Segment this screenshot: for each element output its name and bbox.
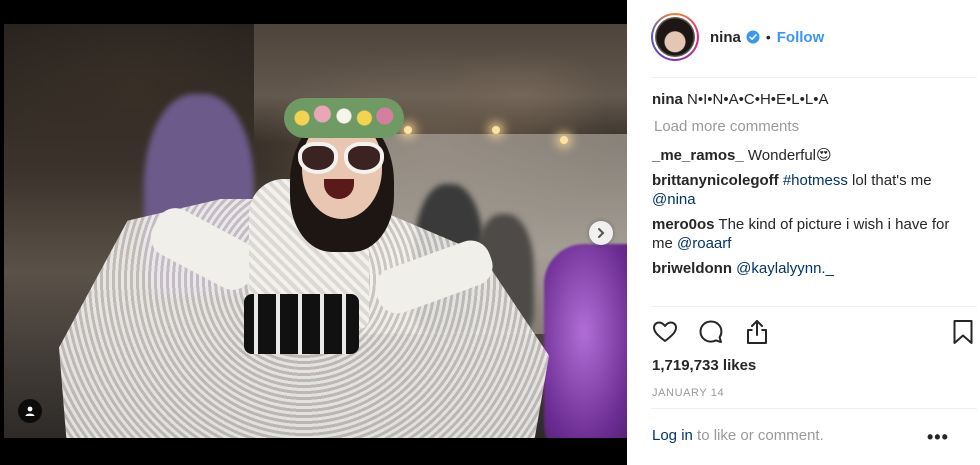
separator-dot: • bbox=[765, 29, 771, 45]
post-date[interactable]: JANUARY 14 bbox=[652, 387, 724, 399]
share-icon[interactable] bbox=[743, 318, 771, 346]
comments-list: nina N•I•N•A•C•H•E•L•L•A Load more comme… bbox=[652, 90, 967, 284]
login-text: to like or comment. bbox=[692, 427, 824, 444]
comment: briweldonn @kaylalyynn._ bbox=[652, 259, 967, 278]
header-divider bbox=[651, 77, 977, 78]
post-actions bbox=[651, 318, 977, 348]
login-prompt: Log in to like or comment. bbox=[652, 427, 824, 444]
login-link[interactable]: Log in bbox=[652, 427, 693, 444]
comment-mention[interactable]: @kaylalyynn._ bbox=[736, 260, 834, 277]
chevron-right-icon bbox=[598, 228, 605, 238]
caption-username[interactable]: nina bbox=[652, 91, 683, 108]
follow-button[interactable]: Follow bbox=[777, 29, 825, 46]
more-options-button[interactable]: ••• bbox=[927, 427, 949, 448]
comment-text: lol that's me bbox=[847, 172, 932, 189]
photo-heart-glasses bbox=[298, 142, 388, 174]
photo-belt bbox=[244, 294, 359, 354]
post-sidebar: nina • Follow nina N•I•N•A•C•H•E•L•L•A L… bbox=[627, 0, 980, 465]
photo-flower-crown bbox=[284, 98, 404, 138]
photo-light bbox=[560, 136, 568, 144]
load-more-comments-button[interactable]: Load more comments bbox=[654, 117, 967, 136]
avatar-story-ring[interactable] bbox=[651, 13, 699, 61]
post-photo[interactable] bbox=[4, 24, 627, 438]
comment-username[interactable]: _me_ramos_ bbox=[652, 147, 744, 164]
photo-light bbox=[404, 126, 412, 134]
verified-badge-icon bbox=[746, 30, 760, 44]
heart-icon[interactable] bbox=[651, 318, 679, 346]
user-tag-icon bbox=[25, 406, 35, 416]
actions-divider bbox=[651, 306, 977, 307]
caption: nina N•I•N•A•C•H•E•L•L•A bbox=[652, 90, 967, 109]
footer-divider bbox=[651, 408, 977, 409]
likes-count[interactable]: 1,719,733 likes bbox=[652, 357, 756, 374]
comment-mention[interactable]: @roaarf bbox=[677, 235, 731, 252]
post-media bbox=[0, 0, 627, 465]
comment-username[interactable]: brittanynicolegoff bbox=[652, 172, 779, 189]
comment-text: Wonderful😍 bbox=[747, 147, 832, 164]
post-header: nina • Follow bbox=[651, 12, 824, 62]
comment-icon[interactable] bbox=[697, 318, 725, 346]
tagged-users-button[interactable] bbox=[18, 399, 42, 423]
comment-mention[interactable]: @nina bbox=[652, 191, 696, 208]
comment: brittanynicolegoff #hotmess lol that's m… bbox=[652, 171, 967, 209]
comment-hashtag[interactable]: #hotmess bbox=[783, 172, 848, 189]
comment: _me_ramos_ Wonderful😍 bbox=[652, 146, 967, 165]
post-username[interactable]: nina bbox=[710, 29, 741, 46]
comment-username[interactable]: mero0os bbox=[652, 216, 715, 233]
caption-text: N•I•N•A•C•H•E•L•L•A bbox=[687, 91, 829, 108]
photo-light bbox=[492, 126, 500, 134]
avatar bbox=[655, 17, 695, 57]
comment-username[interactable]: briweldonn bbox=[652, 260, 732, 277]
comment: mero0os The kind of picture i wish i hav… bbox=[652, 215, 967, 253]
bookmark-icon[interactable] bbox=[949, 318, 977, 346]
next-photo-button[interactable] bbox=[589, 221, 613, 245]
photo-purple-figure bbox=[544, 244, 627, 438]
